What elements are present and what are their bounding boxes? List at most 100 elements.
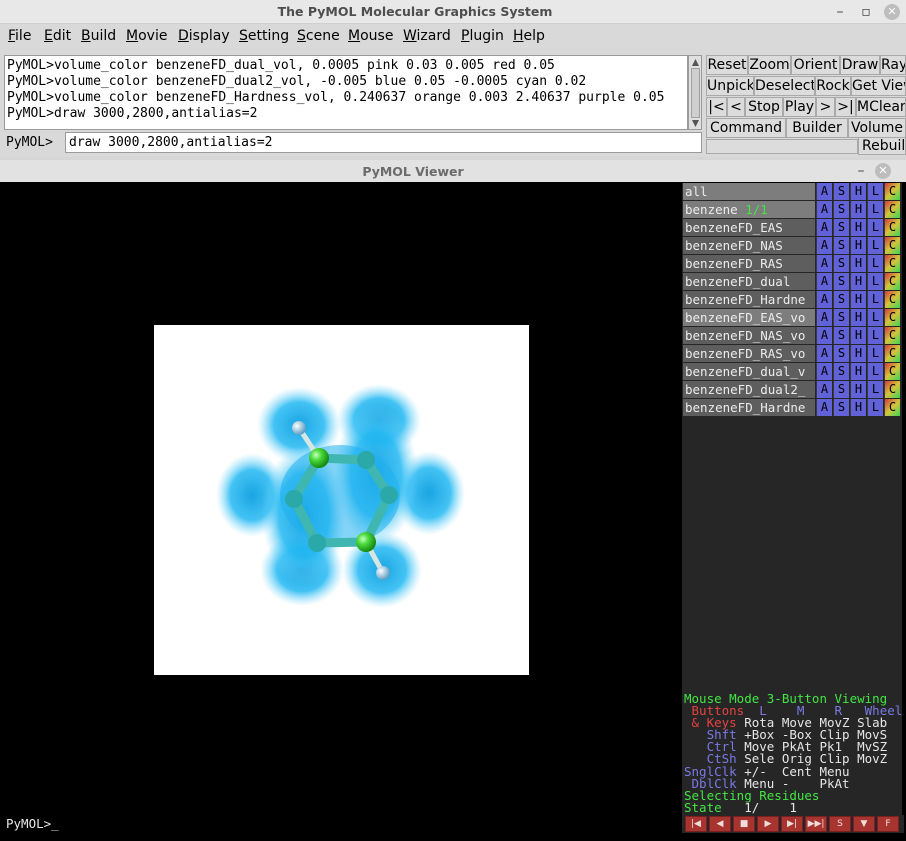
object-c-button[interactable]: C [884, 201, 900, 218]
object-s-button[interactable]: S [833, 363, 849, 380]
object-s-button[interactable]: S [833, 219, 849, 236]
object-name[interactable]: benzeneFD_EAS [683, 219, 815, 236]
menu-scene[interactable]: Scene [297, 28, 340, 44]
scroll-up-icon[interactable] [691, 58, 700, 67]
object-c-button[interactable]: C [884, 399, 900, 416]
object-s-button[interactable]: S [833, 381, 849, 398]
object-c-button[interactable]: C [884, 345, 900, 362]
object-l-button[interactable]: L [867, 255, 883, 272]
object-l-button[interactable]: L [867, 381, 883, 398]
object-row[interactable]: benzeneFD_EAS_vo A S H L C [683, 309, 901, 326]
object-h-button[interactable]: H [850, 183, 866, 200]
toolbar-orient-button[interactable]: Orient [791, 55, 840, 75]
menu-plugin[interactable]: Plugin [461, 28, 504, 44]
object-row[interactable]: benzeneFD_dual A S H L C [683, 273, 901, 290]
object-name[interactable]: benzeneFD_Hardne [683, 399, 815, 416]
minimize-icon[interactable]: – [832, 4, 848, 20]
object-row[interactable]: benzeneFD_RAS_vo A S H L C [683, 345, 901, 362]
object-a-button[interactable]: A [816, 201, 832, 218]
object-s-button[interactable]: S [833, 327, 849, 344]
3d-viewport[interactable] [4, 183, 682, 815]
toolbar-stop-button[interactable]: Stop [745, 97, 783, 117]
toolbar-zoom-button[interactable]: Zoom [748, 55, 791, 75]
object-a-button[interactable]: A [816, 309, 832, 326]
toolbar--button[interactable]: > [816, 97, 835, 117]
object-s-button[interactable]: S [833, 399, 849, 416]
object-l-button[interactable]: L [867, 291, 883, 308]
menu-help[interactable]: Help [513, 28, 545, 44]
object-name[interactable]: benzeneFD_dual_v [683, 363, 815, 380]
object-h-button[interactable]: H [850, 327, 866, 344]
menu-mouse[interactable]: Mouse [348, 28, 393, 44]
movie-end-button[interactable]: ▶▶| [805, 816, 827, 832]
object-row[interactable]: benzeneFD_dual2_ A S H L C [683, 381, 901, 398]
object-l-button[interactable]: L [867, 201, 883, 218]
object-name[interactable]: benzeneFD_EAS_vo [683, 309, 815, 326]
toolbar-volume-button[interactable]: Volume [848, 118, 906, 138]
object-l-button[interactable]: L [867, 363, 883, 380]
toolbar-rock-button[interactable]: Rock [815, 76, 851, 96]
object-c-button[interactable]: C [884, 381, 900, 398]
toolbar-play-button[interactable]: Play [783, 97, 816, 117]
object-s-button[interactable]: S [833, 201, 849, 218]
object-h-button[interactable]: H [850, 237, 866, 254]
object-h-button[interactable]: H [850, 273, 866, 290]
object-h-button[interactable]: H [850, 201, 866, 218]
object-h-button[interactable]: H [850, 399, 866, 416]
object-a-button[interactable]: A [816, 219, 832, 236]
object-l-button[interactable]: L [867, 183, 883, 200]
object-row[interactable]: benzeneFD_Hardne A S H L C [683, 291, 901, 308]
viewer-title-bar[interactable]: PyMOL Viewer – ✕ [0, 160, 906, 182]
object-name[interactable]: benzeneFD_Hardne [683, 291, 815, 308]
object-a-button[interactable]: A [816, 363, 832, 380]
menu-setting[interactable]: Setting [239, 28, 289, 44]
toolbar-deselect-button[interactable]: Deselect [754, 76, 815, 96]
toolbar--button[interactable]: < [727, 97, 745, 117]
object-s-button[interactable]: S [833, 237, 849, 254]
object-a-button[interactable]: A [816, 183, 832, 200]
object-a-button[interactable]: A [816, 237, 832, 254]
object-s-button[interactable]: S [833, 309, 849, 326]
object-name[interactable]: benzeneFD_RAS [683, 255, 815, 272]
toolbar-get-view-button[interactable]: Get View [851, 76, 906, 96]
toolbar-rebuild-button[interactable]: Rebuild [858, 137, 906, 155]
object-row[interactable]: benzeneFD_NAS A S H L C [683, 237, 901, 254]
object-h-button[interactable]: H [850, 381, 866, 398]
object-h-button[interactable]: H [850, 291, 866, 308]
object-c-button[interactable]: C [884, 183, 900, 200]
object-l-button[interactable]: L [867, 219, 883, 236]
object-name[interactable]: benzeneFD_NAS [683, 237, 815, 254]
toolbar--button[interactable]: >| [835, 97, 856, 117]
scroll-thumb[interactable] [691, 68, 700, 118]
object-a-button[interactable]: A [816, 381, 832, 398]
maximize-icon[interactable]: ▫ [858, 4, 874, 20]
object-c-button[interactable]: C [884, 363, 900, 380]
object-c-button[interactable]: C [884, 291, 900, 308]
object-row[interactable]: benzeneFD_dual_v A S H L C [683, 363, 901, 380]
movie-full-button[interactable]: F [877, 816, 899, 832]
object-a-button[interactable]: A [816, 399, 832, 416]
object-row[interactable]: benzeneFD_NAS_vo A S H L C [683, 327, 901, 344]
object-l-button[interactable]: L [867, 345, 883, 362]
object-h-button[interactable]: H [850, 255, 866, 272]
movie-back-button[interactable]: ◀ [709, 816, 731, 832]
object-l-button[interactable]: L [867, 309, 883, 326]
movie-stop-button[interactable]: ■ [733, 816, 755, 832]
object-l-button[interactable]: L [867, 237, 883, 254]
mouse-mode-panel[interactable]: Mouse Mode 3-Button Viewing Buttons L M … [684, 692, 904, 814]
object-s-button[interactable]: S [833, 291, 849, 308]
toolbar-builder-button[interactable]: Builder [786, 118, 848, 138]
object-s-button[interactable]: S [833, 345, 849, 362]
object-row[interactable]: benzeneFD_Hardne A S H L C [683, 399, 901, 416]
object-name[interactable]: benzene 1/1 [683, 201, 815, 218]
object-h-button[interactable]: H [850, 309, 866, 326]
menu-edit[interactable]: Edit [44, 28, 71, 44]
object-row[interactable]: benzeneFD_EAS A S H L C [683, 219, 901, 236]
viewer-command-line[interactable]: PyMOL>_ [4, 815, 682, 833]
scroll-down-icon[interactable] [691, 119, 700, 128]
toolbar--button[interactable]: |< [706, 97, 727, 117]
menu-movie[interactable]: Movie [126, 28, 167, 44]
object-a-button[interactable]: A [816, 291, 832, 308]
close-icon[interactable]: ✕ [875, 163, 891, 179]
toolbar-ray-button[interactable]: Ray [880, 55, 906, 75]
